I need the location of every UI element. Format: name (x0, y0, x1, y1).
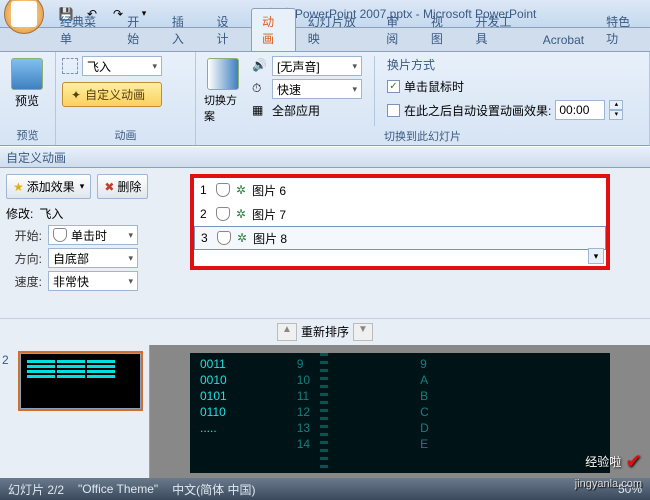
preview-label: 预览 (15, 92, 39, 109)
modify-label: 修改: (6, 205, 33, 222)
add-effect-button[interactable]: ★添加效果▾ (6, 174, 91, 199)
sound-icon: 🔊 (252, 58, 268, 74)
checkmark-icon: ✔ (625, 449, 642, 474)
mouse-icon (216, 183, 230, 197)
preview-button[interactable]: 预览 (6, 56, 48, 111)
tab-insert[interactable]: 插入 (162, 9, 205, 51)
transition-icon (207, 58, 239, 90)
animation-list: 1 ✲ 图片 6 2 ✲ 图片 7 3 ✲ 图片 8 ▾ (190, 174, 610, 270)
start-combo[interactable]: 单击时▾ (48, 225, 138, 245)
advance-time-input[interactable] (555, 100, 605, 120)
auto-after-checkbox[interactable] (387, 104, 400, 117)
reorder-label: 重新排序 (301, 323, 349, 341)
move-down-button[interactable]: ▼ (353, 323, 373, 341)
tab-design[interactable]: 设计 (206, 9, 249, 51)
language-indicator[interactable]: 中文(简体 中国) (172, 481, 255, 498)
animation-item[interactable]: 1 ✲ 图片 6 (194, 178, 606, 202)
tab-slideshow[interactable]: 幻灯片放映 (298, 9, 375, 51)
animation-effect-combo[interactable]: 飞入▾ (82, 56, 162, 76)
advance-title: 换片方式 (387, 56, 623, 73)
custom-animation-button[interactable]: ✦ 自定义动画 (62, 82, 162, 107)
taskpane-title: 自定义动画 (0, 146, 650, 168)
transition-sound-combo[interactable]: [无声音]▾ (272, 56, 362, 76)
tab-review[interactable]: 审阅 (376, 9, 419, 51)
tab-home[interactable]: 开始 (117, 9, 160, 51)
fly-in-icon: ✲ (236, 183, 246, 197)
custom-animation-pane: ★添加效果▾ ✖删除 修改: 飞入 开始: 单击时▾ 方向: 自底部▾ 速度: 非… (0, 168, 650, 318)
star-icon: ✦ (71, 88, 81, 102)
move-up-button[interactable]: ▲ (277, 323, 297, 341)
modify-effect-name: 飞入 (39, 205, 63, 222)
animation-item-selected[interactable]: 3 ✲ 图片 8 (194, 226, 606, 250)
direction-label: 方向: (6, 250, 42, 267)
anim-speed-combo[interactable]: 非常快▾ (48, 271, 138, 291)
watermark-url: jingyanla.com (575, 478, 642, 490)
thumbnail-number: 2 (2, 353, 9, 367)
reorder-bar: ▲ 重新排序 ▼ (0, 318, 650, 345)
tab-acrobat[interactable]: Acrobat (533, 29, 594, 51)
group-transition-label: 切换到此幻灯片 (202, 126, 643, 146)
ribbon: 预览 预览 飞入▾ ✦ 自定义动画 动画 (0, 52, 650, 146)
mouse-icon (217, 231, 231, 245)
editor-area: 2 0011001001010110..... 91011121314 9ABC… (0, 345, 650, 481)
fly-in-icon: ✲ (237, 231, 247, 245)
tab-developer[interactable]: 开发工具 (466, 9, 531, 51)
delete-icon: ✖ (104, 180, 114, 194)
mouse-icon (216, 207, 230, 221)
slide-content[interactable]: 0011001001010110..... 91011121314 9ABCDE (190, 353, 610, 473)
tab-view[interactable]: 视图 (421, 9, 464, 51)
remove-effect-button[interactable]: ✖删除 (97, 174, 148, 199)
slide-thumbnail[interactable] (20, 353, 141, 409)
ribbon-tabs: 经典菜单 开始 插入 设计 动画 幻灯片放映 审阅 视图 开发工具 Acroba… (0, 28, 650, 52)
star-icon: ★ (13, 180, 24, 194)
transition-scheme-button[interactable]: 切换方案 (202, 56, 244, 126)
status-bar: 幻灯片 2/2 "Office Theme" 中文(简体 中国) 50% (0, 478, 650, 500)
direction-combo[interactable]: 自底部▾ (48, 248, 138, 268)
animate-icon (62, 58, 78, 74)
time-spinner[interactable]: ▴▾ (609, 100, 623, 120)
group-preview-label: 预览 (6, 125, 49, 145)
transition-speed-combo[interactable]: 快速▾ (272, 79, 362, 99)
mouse-icon (53, 228, 67, 242)
apply-all-button[interactable]: ▦全部应用 (252, 102, 362, 119)
speed-label: 速度: (6, 273, 42, 290)
speed-icon: ⏱ (252, 81, 268, 97)
tab-classic[interactable]: 经典菜单 (50, 9, 115, 51)
theme-name: "Office Theme" (78, 482, 158, 496)
watermark: 经验啦✔ (585, 449, 642, 474)
slide-thumbnail-panel: 2 (0, 345, 150, 481)
tab-animations[interactable]: 动画 (251, 8, 296, 51)
apply-all-icon: ▦ (252, 103, 268, 119)
slide-counter: 幻灯片 2/2 (8, 481, 64, 498)
tab-extra[interactable]: 特色功 (596, 9, 650, 51)
animation-item-dropdown-icon[interactable]: ▾ (588, 248, 604, 264)
on-click-checkbox[interactable]: ✓ (387, 80, 400, 93)
start-label: 开始: (6, 227, 42, 244)
group-anim-label: 动画 (62, 125, 189, 145)
slide-canvas-area: 0011001001010110..... 91011121314 9ABCDE (150, 345, 650, 481)
fly-in-icon: ✲ (236, 207, 246, 221)
preview-icon (11, 58, 43, 90)
animation-item[interactable]: 2 ✲ 图片 7 (194, 202, 606, 226)
